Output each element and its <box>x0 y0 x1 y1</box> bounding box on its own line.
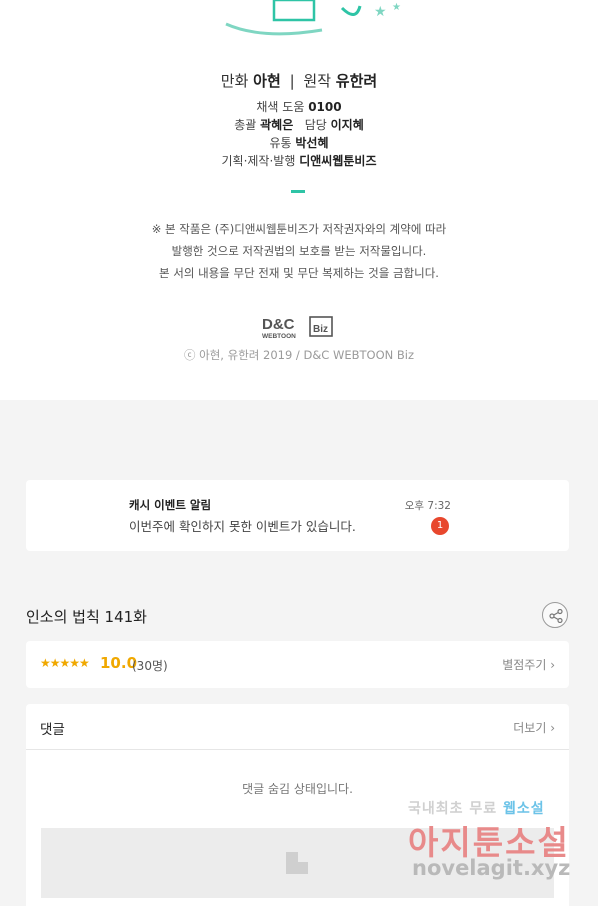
comment-header: 댓글 더보기 › <box>26 704 569 750</box>
credits-section: ★ ★ 만화 아현 | 원작 유한려 채색 도움 0100 총괄 곽혜은 담당 … <box>0 0 598 400</box>
event-notification[interactable]: 캐시 이벤트 알림 이번주에 확인하지 못한 이벤트가 있습니다. 오후 7:3… <box>26 480 569 551</box>
comment-label: 댓글 <box>40 722 65 738</box>
event-title: 캐시 이벤트 알림 <box>129 498 212 512</box>
logo-sub-text: WEBTOON <box>262 333 296 340</box>
event-description: 이번주에 확인하지 못한 이벤트가 있습니다. <box>129 519 356 534</box>
rate-button[interactable]: 별점주기 › <box>502 656 555 673</box>
title-logo-art: ★ ★ <box>225 0 401 36</box>
distribution-credit: 유통 박선혜 <box>269 136 329 150</box>
copyright-line: ⓒ 아현, 유한려 2019 / D&C WEBTOON Biz <box>183 348 414 362</box>
more-comments-link[interactable]: 더보기 › <box>513 719 555 736</box>
coloring-credit: 채색 도움 0100 <box>256 100 342 114</box>
rating-count: (30명) <box>132 659 168 673</box>
episode-title: 인소의 법칙 141화 <box>26 608 147 626</box>
share-button[interactable] <box>542 602 568 628</box>
share-icon <box>549 609 563 623</box>
artist-name: 아현 <box>253 72 281 90</box>
watermark-url: novelagit.xyz <box>412 856 571 880</box>
logo-biz-text: Biz <box>313 324 328 335</box>
divider-dash <box>291 190 305 193</box>
author-line: 만화 아현 | 원작 유한려 <box>220 72 378 90</box>
production-credit: 기획·제작·발행 디앤씨웹툰비즈 <box>221 154 377 168</box>
dnc-webtoon-logo: D&C WEBTOON Biz <box>262 316 333 340</box>
copyright-notice-1: ※ 본 작품은 (주)디앤씨웹툰비즈가 저작권자와의 계약에 따라 <box>151 222 447 236</box>
rating-stars: ★★★★★ <box>40 656 90 670</box>
copyright-notice-3: 본 서의 내용을 무단 전재 및 무단 복제하는 것을 금합니다. <box>159 266 439 280</box>
logo-main-text: D&C <box>262 316 295 333</box>
event-badge: 1 <box>431 517 449 535</box>
watermark-tagline: 국내최초 무료 웹소설 <box>408 801 545 817</box>
copyright-notice-2: 발행한 것으로 저작권법의 보호를 받는 저작물입니다. <box>171 244 427 258</box>
watermark: 국내최초 무료 웹소설 아지툰소설 novelagit.xyz <box>408 798 578 890</box>
director-credit: 총괄 곽혜은 담당 이지혜 <box>234 118 364 132</box>
svg-text:★: ★ <box>374 4 387 20</box>
event-time: 오후 7:32 <box>404 500 451 512</box>
svg-text:★: ★ <box>392 2 401 13</box>
comments-hidden-message: 댓글 숨김 상태입니다. <box>242 782 353 796</box>
writer-name: 유한려 <box>335 72 378 90</box>
rating-card: ★★★★★ 10.0 (30명) 별점주기 › <box>26 641 569 688</box>
